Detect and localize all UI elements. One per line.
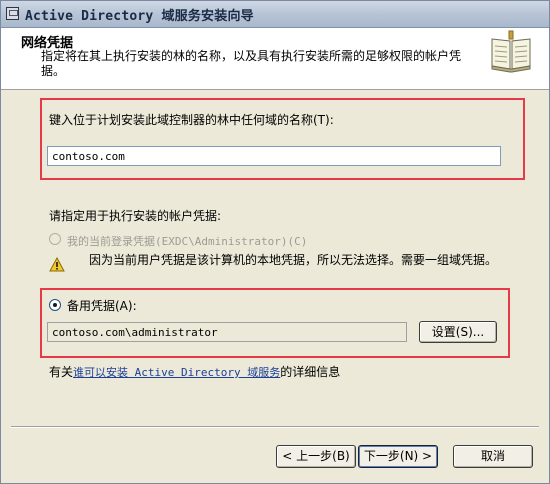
- next-button[interactable]: 下一步(N) >: [358, 445, 438, 468]
- warning-text: 因为当前用户凭据是该计算机的本地凭据，所以无法选择。需要一组域凭据。: [89, 253, 498, 267]
- title-bar[interactable]: Active Directory 域服务安装向导: [1, 1, 549, 28]
- credentials-label: 请指定用于执行安装的帐户凭据:: [49, 209, 222, 223]
- domain-name-input[interactable]: [47, 146, 501, 166]
- domain-name-label: 键入位于计划安装此域控制器的林中任何域的名称(T):: [49, 113, 334, 127]
- wizard-window: Active Directory 域服务安装向导 网络凭据 指定将在其上执行安装…: [0, 0, 550, 484]
- info-link[interactable]: 谁可以安装 Active Directory 域服务: [73, 366, 280, 379]
- current-credentials-radio[interactable]: [49, 233, 61, 245]
- page-description: 指定将在其上执行安装的林的名称，以及具有执行安装所需的足够权限的帐户凭据。: [41, 49, 462, 78]
- info-prefix: 有关: [49, 365, 74, 379]
- window-app-icon[interactable]: [6, 7, 19, 20]
- alternate-credentials-label: 备用凭据(A):: [67, 299, 137, 313]
- footer-separator: [11, 426, 539, 428]
- set-credentials-button[interactable]: 设置(S)...: [419, 321, 497, 343]
- cancel-button[interactable]: 取消: [453, 445, 533, 468]
- wizard-header: 网络凭据 指定将在其上执行安装的林的名称，以及具有执行安装所需的足够权限的帐户凭…: [1, 28, 549, 90]
- alternate-credentials-radio[interactable]: [49, 299, 61, 311]
- window-title: Active Directory 域服务安装向导: [25, 9, 254, 24]
- back-button[interactable]: < 上一步(B): [276, 445, 356, 468]
- current-credentials-label: 我的当前登录凭据(EXDC\Administrator)(C): [67, 235, 308, 248]
- info-line: 有关谁可以安装 Active Directory 域服务的详细信息: [49, 363, 340, 380]
- book-icon: [491, 30, 531, 73]
- warning-icon: [49, 257, 65, 272]
- alternate-credentials-input[interactable]: [47, 322, 407, 342]
- info-suffix: 的详细信息: [280, 365, 341, 379]
